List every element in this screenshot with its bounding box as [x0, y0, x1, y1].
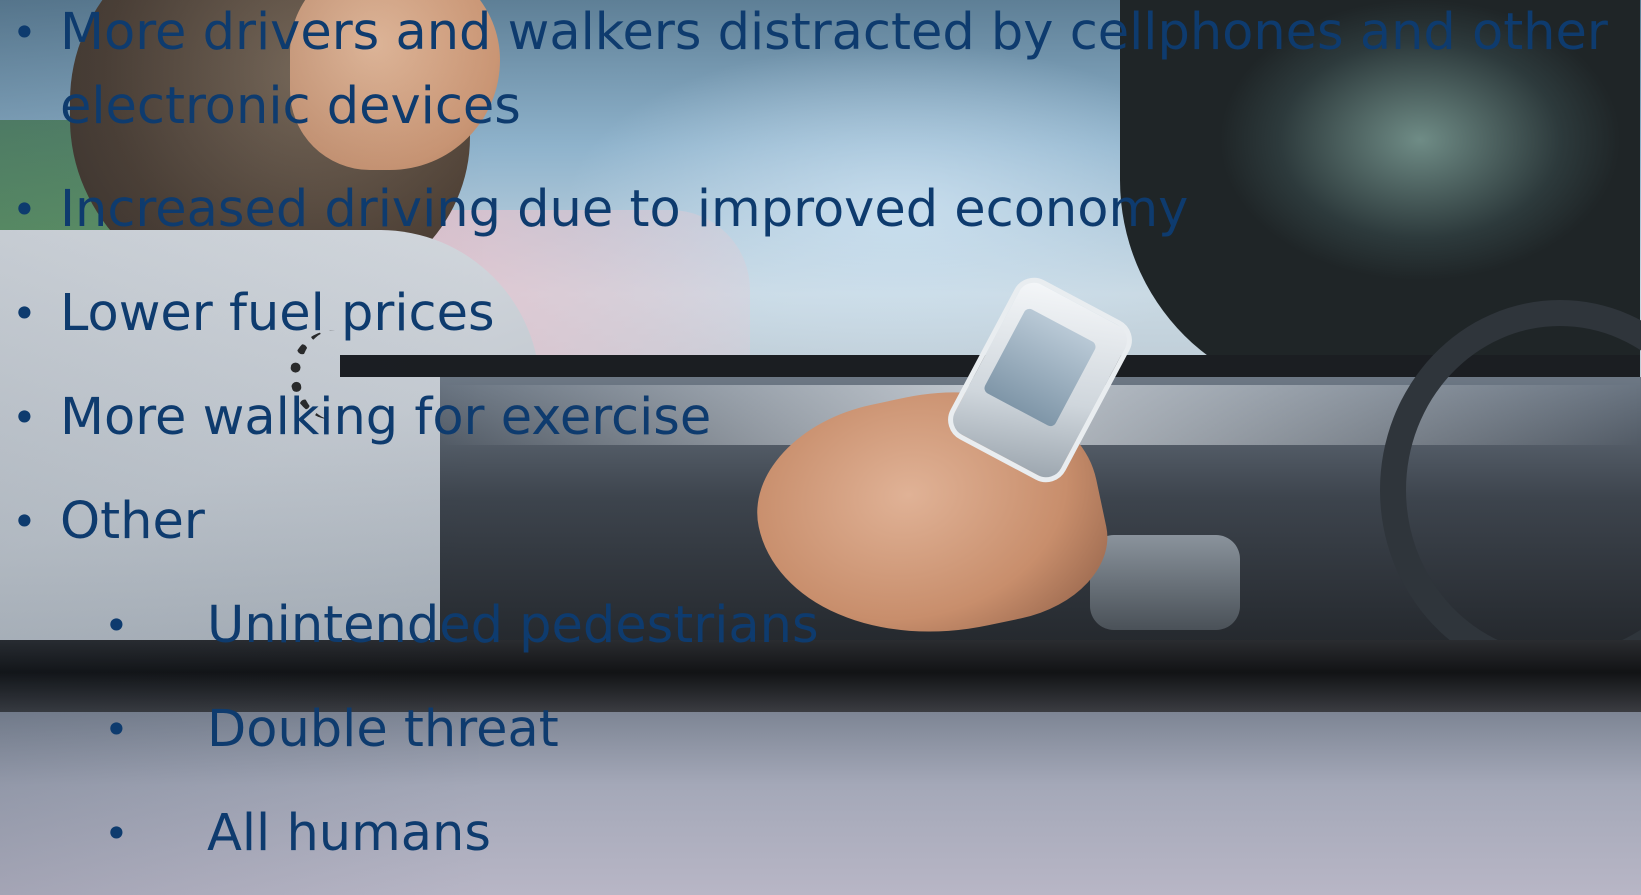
sub-bullet-text: Double threat — [207, 700, 559, 759]
sub-bullet-all-humans: • All humans — [0, 796, 1641, 872]
bullet-increased-driving: • Increased driving due to improved econ… — [0, 172, 1641, 248]
bullet-lower-fuel: • Lower fuel prices — [0, 276, 1641, 352]
bullet-marker: • — [12, 289, 37, 338]
bullet-list: • More drivers and walkers distracted by… — [0, 0, 1641, 895]
bullet-distracted-devices: • More drivers and walkers distracted by… — [0, 0, 1641, 147]
sub-bullet-unintended-pedestrians: • Unintended pedestrians — [0, 588, 1641, 664]
bullet-marker: • — [12, 393, 37, 442]
slide: • More drivers and walkers distracted by… — [0, 0, 1641, 895]
sub-bullet-marker: • — [104, 601, 129, 650]
bullet-text: More walking for exercise — [60, 388, 712, 447]
bullet-walking-exercise: • More walking for exercise — [0, 380, 1641, 456]
bullet-marker: • — [12, 8, 37, 57]
sub-bullet-marker: • — [104, 809, 129, 858]
bullet-text: Increased driving due to improved econom… — [60, 180, 1189, 239]
bullet-text-continued: electronic devices — [60, 77, 521, 136]
bullet-marker: • — [12, 497, 37, 546]
sub-bullet-text: Unintended pedestrians — [207, 596, 819, 655]
bullet-text: More drivers and walkers distracted by c… — [60, 3, 1608, 62]
bullet-marker: • — [12, 185, 37, 234]
bullet-other: • Other — [0, 484, 1641, 560]
bullet-text: Lower fuel prices — [60, 284, 495, 343]
sub-bullet-marker: • — [104, 705, 129, 754]
sub-bullet-double-threat: • Double threat — [0, 692, 1641, 768]
bullet-text: Other — [60, 492, 205, 551]
sub-bullet-text: All humans — [207, 804, 491, 863]
